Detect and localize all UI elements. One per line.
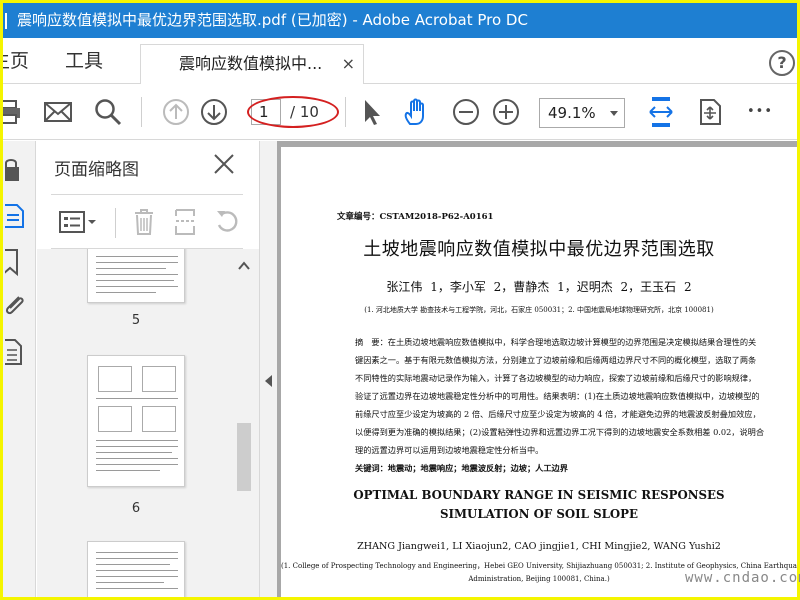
abstract-line: 验证了远置边界在边坡地震稳定性分析中的可用性。结果表明：(1)在土质边坡地震响应… [355, 391, 760, 401]
app-logo-icon [5, 12, 11, 29]
fit-width-icon[interactable] [646, 95, 676, 129]
english-authors: ZHANG Jiangwei1, LI Xiaojun2, CAO jingji… [357, 541, 721, 552]
extract-page-icon[interactable] [173, 208, 197, 236]
bookmark-icon[interactable] [5, 247, 27, 277]
search-icon[interactable] [93, 97, 123, 127]
paper-authors: 张江伟 1，李小军 2，曹静杰 1，迟明杰 2，王玉石 2 [386, 280, 692, 294]
next-page-icon[interactable] [199, 97, 229, 127]
options-menu-icon[interactable] [59, 210, 99, 234]
fit-page-icon[interactable] [695, 97, 725, 127]
english-title-line: OPTIMAL BOUNDARY RANGE IN SEISMIC RESPON… [353, 488, 725, 502]
toolbar: 1 / 10 49.1% ••• [3, 85, 797, 140]
thumbnails-panel: 页面缩略图 5 6 [37, 141, 259, 597]
rotate-page-icon[interactable] [215, 209, 241, 235]
thumbnail-scrollbar[interactable] [234, 249, 254, 597]
help-icon[interactable]: ? [769, 50, 795, 76]
thumbnail-figure [98, 406, 132, 432]
menu-tools[interactable]: 工具 [65, 38, 103, 84]
close-tab-icon[interactable]: × [342, 45, 355, 83]
scroll-up-icon[interactable] [238, 261, 250, 271]
zoom-value: 49.1% [548, 104, 596, 122]
page-thumbnail[interactable] [87, 355, 185, 487]
print-icon[interactable] [3, 97, 25, 127]
abstract-line: 以便得到更为准确的模拟结果；(2)设置粘弹性边界和远置边界工况下得到的边坡地震安… [355, 427, 765, 437]
document-tab[interactable]: 震响应数值模拟中... × [140, 44, 364, 84]
keywords: 关键词：地震动；地震响应；地震波反射；边坡；人工边界 [355, 463, 568, 473]
page-thumbnails-icon[interactable] [5, 201, 27, 231]
attachment-icon[interactable] [5, 291, 27, 321]
panel-toolbar-separator [115, 208, 116, 238]
abstract-line: 理的远置边界可以运用到边坡地震稳定性分析当中。 [355, 445, 544, 455]
panel-divider [51, 194, 243, 195]
thumbnail-figure [98, 366, 132, 392]
app-window: 震响应数值模拟中最优边界范围选取.pdf (已加密) - Adobe Acrob… [3, 3, 797, 597]
highlight-oval [247, 96, 339, 128]
window-title: 震响应数值模拟中最优边界范围选取.pdf (已加密) - Adobe Acrob… [17, 11, 528, 29]
abstract-line: 不同特性的实际地震动记录作为输入，计算了各边坡模型的动力响应，探索了边坡前缘和后… [355, 373, 757, 383]
thumbnail-page-number: 6 [131, 501, 141, 516]
thumbnail-figure [142, 406, 176, 432]
paper-title: 土坡地震响应数值模拟中最优边界范围选取 [363, 239, 715, 260]
delete-page-icon[interactable] [133, 208, 155, 236]
abstract-line: 前缘尺寸应至少设定为坡高的 2 倍、后缘尺寸应至少设定为坡高的 4 倍，才能避免… [355, 409, 761, 419]
thumbnail-figure [142, 366, 176, 392]
close-panel-icon[interactable] [213, 153, 235, 175]
page-thumbnail[interactable] [87, 541, 185, 597]
watermark: www.cndao.com [685, 570, 800, 586]
collapse-panel-icon[interactable] [265, 375, 272, 387]
abstract-line: 键因素之一。基于有限元数值模拟方法，分别建立了边坡前缘和后缘两组边界尺寸不同的概… [355, 355, 757, 365]
menu-row: 主页 工具 震响应数值模拟中... × [3, 38, 797, 84]
zoom-in-icon[interactable] [491, 97, 521, 127]
previous-page-icon[interactable] [161, 97, 191, 127]
hand-tool-icon[interactable] [401, 97, 431, 127]
select-tool-icon[interactable] [357, 97, 387, 127]
pdf-page: 文章编号：CSTAM2018-P62-A0161 土坡地震响应数值模拟中最优边界… [281, 147, 797, 597]
toolbar-separator [141, 97, 142, 127]
document-tab-label: 震响应数值模拟中... [179, 54, 323, 73]
mail-icon[interactable] [43, 97, 73, 127]
document-viewport[interactable]: 文章编号：CSTAM2018-P62-A0161 土坡地震响应数值模拟中最优边界… [277, 141, 797, 597]
zoom-select[interactable]: 49.1% [539, 98, 625, 128]
menu-home[interactable]: 主页 [3, 38, 29, 84]
chevron-down-icon [610, 111, 618, 116]
layers-icon[interactable] [5, 337, 27, 367]
scrollbar-thumb[interactable] [237, 423, 251, 491]
thumbnail-list: 5 6 [37, 249, 259, 597]
thumbnail-page-number: 5 [131, 313, 141, 328]
more-tools-icon[interactable]: ••• [747, 97, 777, 127]
abstract-line: 摘 要：在土质边坡地震响应数值模拟中，科学合理地选取边坡计算模型的边界范围是决定… [355, 337, 757, 347]
toolbar-separator [345, 97, 346, 127]
lock-icon[interactable] [5, 155, 27, 185]
panel-splitter[interactable] [259, 141, 277, 597]
title-bar: 震响应数值模拟中最优边界范围选取.pdf (已加密) - Adobe Acrob… [3, 3, 797, 38]
paper-affiliation: (1. 河北地质大学 勘查技术与工程学院，河北，石家庄 050031；2. 中国… [364, 306, 714, 314]
article-number: 文章编号：CSTAM2018-P62-A0161 [337, 212, 494, 222]
panel-title: 页面缩略图 [54, 160, 139, 180]
panel-toolbar [37, 196, 259, 248]
left-nav-strip [3, 141, 36, 597]
zoom-out-icon[interactable] [451, 97, 481, 127]
page-thumbnail[interactable] [87, 249, 185, 303]
english-title-line: SIMULATION OF SOIL SLOPE [439, 507, 639, 521]
